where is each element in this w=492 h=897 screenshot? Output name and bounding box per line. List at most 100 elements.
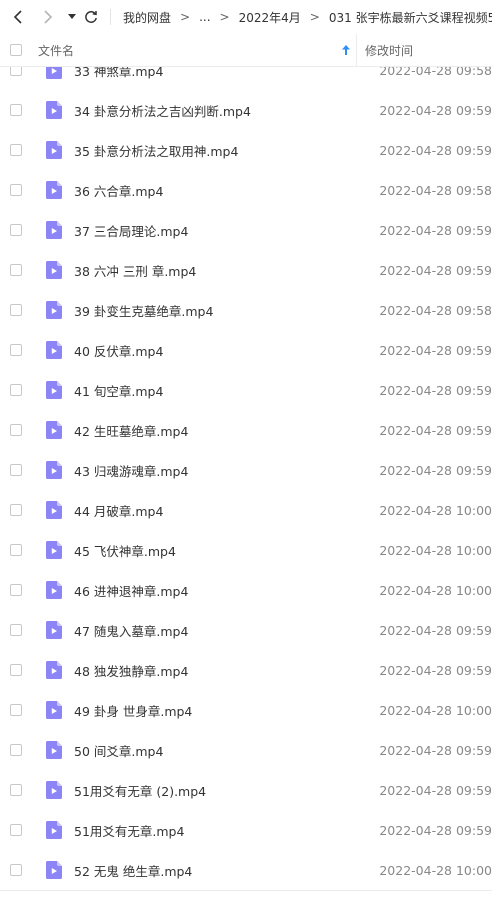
file-row[interactable]: 40 反伏章.mp4 2022-04-28 09:59 — [0, 330, 492, 370]
row-checkbox[interactable] — [10, 664, 22, 676]
video-file-icon — [46, 501, 62, 519]
column-divider[interactable] — [356, 34, 357, 66]
history-dropdown-button[interactable] — [64, 3, 80, 31]
file-name[interactable]: 49 卦身 世身章.mp4 — [74, 701, 379, 720]
file-row[interactable]: 45 飞伏神章.mp4 2022-04-28 10:00 — [0, 530, 492, 570]
file-name[interactable]: 38 六冲 三刑 章.mp4 — [74, 261, 379, 280]
breadcrumb-item-current[interactable]: 031 张宇栋最新六爻课程视频52集 — [327, 9, 492, 26]
file-modified-time: 2022-04-28 10:00 — [379, 582, 492, 598]
column-header-time[interactable]: 修改时间 — [365, 42, 413, 59]
file-name[interactable]: 47 随鬼入墓章.mp4 — [74, 621, 379, 640]
column-header-name[interactable]: 文件名 — [38, 42, 356, 59]
file-name[interactable]: 45 飞伏神章.mp4 — [74, 541, 379, 560]
row-checkbox[interactable] — [10, 224, 22, 236]
video-file-icon — [46, 541, 62, 559]
row-checkbox[interactable] — [10, 424, 22, 436]
row-checkbox[interactable] — [10, 744, 22, 756]
file-row[interactable]: 48 独发独静章.mp4 2022-04-28 09:59 — [0, 650, 492, 690]
video-file-icon — [46, 741, 62, 759]
row-checkbox[interactable] — [10, 504, 22, 516]
file-name[interactable]: 36 六合章.mp4 — [74, 181, 379, 200]
video-file-icon — [46, 141, 62, 159]
file-name[interactable]: 34 卦意分析法之吉凶判断.mp4 — [74, 101, 379, 120]
forward-button[interactable] — [34, 3, 62, 31]
video-file-icon — [46, 301, 62, 319]
row-checkbox[interactable] — [10, 144, 22, 156]
file-row[interactable]: 43 归魂游魂章.mp4 2022-04-28 09:59 — [0, 450, 492, 490]
file-modified-time: 2022-04-28 09:59 — [379, 782, 492, 798]
breadcrumb-item-root[interactable]: 我的网盘 — [121, 9, 173, 26]
file-modified-time: 2022-04-28 09:59 — [379, 142, 492, 158]
row-checkbox[interactable] — [10, 584, 22, 596]
row-checkbox[interactable] — [10, 624, 22, 636]
video-file-icon — [46, 661, 62, 679]
file-row[interactable]: 35 卦意分析法之取用神.mp4 2022-04-28 09:59 — [0, 130, 492, 170]
file-name[interactable]: 44 月破章.mp4 — [74, 501, 379, 520]
file-row[interactable]: 37 三合局理论.mp4 2022-04-28 09:59 — [0, 210, 492, 250]
file-name[interactable]: 52 无鬼 绝生章.mp4 — [74, 861, 379, 880]
row-checkbox[interactable] — [10, 464, 22, 476]
row-checkbox[interactable] — [10, 304, 22, 316]
row-checkbox[interactable] — [10, 784, 22, 796]
file-name[interactable]: 46 进神退神章.mp4 — [74, 581, 379, 600]
file-name[interactable]: 48 独发独静章.mp4 — [74, 661, 379, 680]
file-row[interactable]: 49 卦身 世身章.mp4 2022-04-28 10:00 — [0, 690, 492, 730]
file-modified-time: 2022-04-28 09:58 — [379, 182, 492, 198]
video-file-icon — [46, 581, 62, 599]
back-button[interactable] — [4, 3, 32, 31]
refresh-icon — [85, 11, 97, 23]
row-checkbox[interactable] — [10, 264, 22, 276]
file-row[interactable]: 50 间爻章.mp4 2022-04-28 09:59 — [0, 730, 492, 770]
file-name[interactable]: 43 归魂游魂章.mp4 — [74, 461, 379, 480]
file-row[interactable]: 47 随鬼入墓章.mp4 2022-04-28 09:59 — [0, 610, 492, 650]
file-row[interactable]: 39 卦变生克墓绝章.mp4 2022-04-28 09:58 — [0, 290, 492, 330]
file-modified-time: 2022-04-28 09:59 — [379, 262, 492, 278]
row-checkbox[interactable] — [10, 344, 22, 356]
file-modified-time: 2022-04-28 10:00 — [379, 702, 492, 718]
file-name[interactable]: 51用爻有无章.mp4 — [74, 821, 379, 840]
arrow-up-icon — [342, 45, 350, 55]
row-checkbox[interactable] — [10, 864, 22, 876]
row-checkbox[interactable] — [10, 544, 22, 556]
row-checkbox[interactable] — [10, 104, 22, 116]
video-file-icon — [46, 381, 62, 399]
file-row[interactable]: 38 六冲 三刑 章.mp4 2022-04-28 09:59 — [0, 250, 492, 290]
breadcrumb-item-month[interactable]: 2022年4月 — [237, 9, 303, 26]
file-name[interactable]: 51用爻有无章 (2).mp4 — [74, 781, 379, 800]
file-name[interactable]: 37 三合局理论.mp4 — [74, 221, 379, 240]
file-modified-time: 2022-04-28 09:59 — [379, 622, 492, 638]
row-checkbox[interactable] — [10, 704, 22, 716]
row-checkbox[interactable] — [10, 384, 22, 396]
video-file-icon — [46, 701, 62, 719]
file-name[interactable]: 35 卦意分析法之取用神.mp4 — [74, 141, 379, 160]
file-row[interactable]: 36 六合章.mp4 2022-04-28 09:58 — [0, 170, 492, 210]
file-modified-time: 2022-04-28 09:59 — [379, 342, 492, 358]
select-all-checkbox[interactable] — [10, 44, 22, 56]
file-modified-time: 2022-04-28 09:59 — [379, 422, 492, 438]
file-row[interactable]: 44 月破章.mp4 2022-04-28 10:00 — [0, 490, 492, 530]
refresh-button[interactable] — [80, 3, 102, 31]
row-checkbox[interactable] — [10, 824, 22, 836]
file-row[interactable]: 51用爻有无章 (2).mp4 2022-04-28 09:59 — [0, 770, 492, 810]
file-modified-time: 2022-04-28 09:59 — [379, 222, 492, 238]
file-row[interactable]: 52 无鬼 绝生章.mp4 2022-04-28 10:00 — [0, 850, 492, 890]
file-name[interactable]: 40 反伏章.mp4 — [74, 341, 379, 360]
row-checkbox[interactable] — [10, 184, 22, 196]
chevron-left-icon — [13, 10, 22, 24]
chevron-right-icon — [44, 10, 53, 24]
file-row[interactable]: 46 进神退神章.mp4 2022-04-28 10:00 — [0, 570, 492, 610]
video-file-icon — [46, 181, 62, 199]
file-name[interactable]: 39 卦变生克墓绝章.mp4 — [74, 301, 379, 320]
breadcrumb-item-ellipsis[interactable]: ... — [197, 10, 212, 24]
file-modified-time: 2022-04-28 09:59 — [379, 102, 492, 118]
file-name[interactable]: 41 旬空章.mp4 — [74, 381, 379, 400]
file-name[interactable]: 50 间爻章.mp4 — [74, 741, 379, 760]
file-row[interactable]: 42 生旺墓绝章.mp4 2022-04-28 09:59 — [0, 410, 492, 450]
file-row[interactable]: 41 旬空章.mp4 2022-04-28 09:59 — [0, 370, 492, 410]
file-modified-time: 2022-04-28 09:58 — [379, 302, 492, 318]
file-row[interactable]: 34 卦意分析法之吉凶判断.mp4 2022-04-28 09:59 — [0, 90, 492, 130]
breadcrumb-separator: > — [180, 10, 191, 24]
video-file-icon — [46, 341, 62, 359]
file-row[interactable]: 51用爻有无章.mp4 2022-04-28 09:59 — [0, 810, 492, 850]
file-name[interactable]: 42 生旺墓绝章.mp4 — [74, 421, 379, 440]
